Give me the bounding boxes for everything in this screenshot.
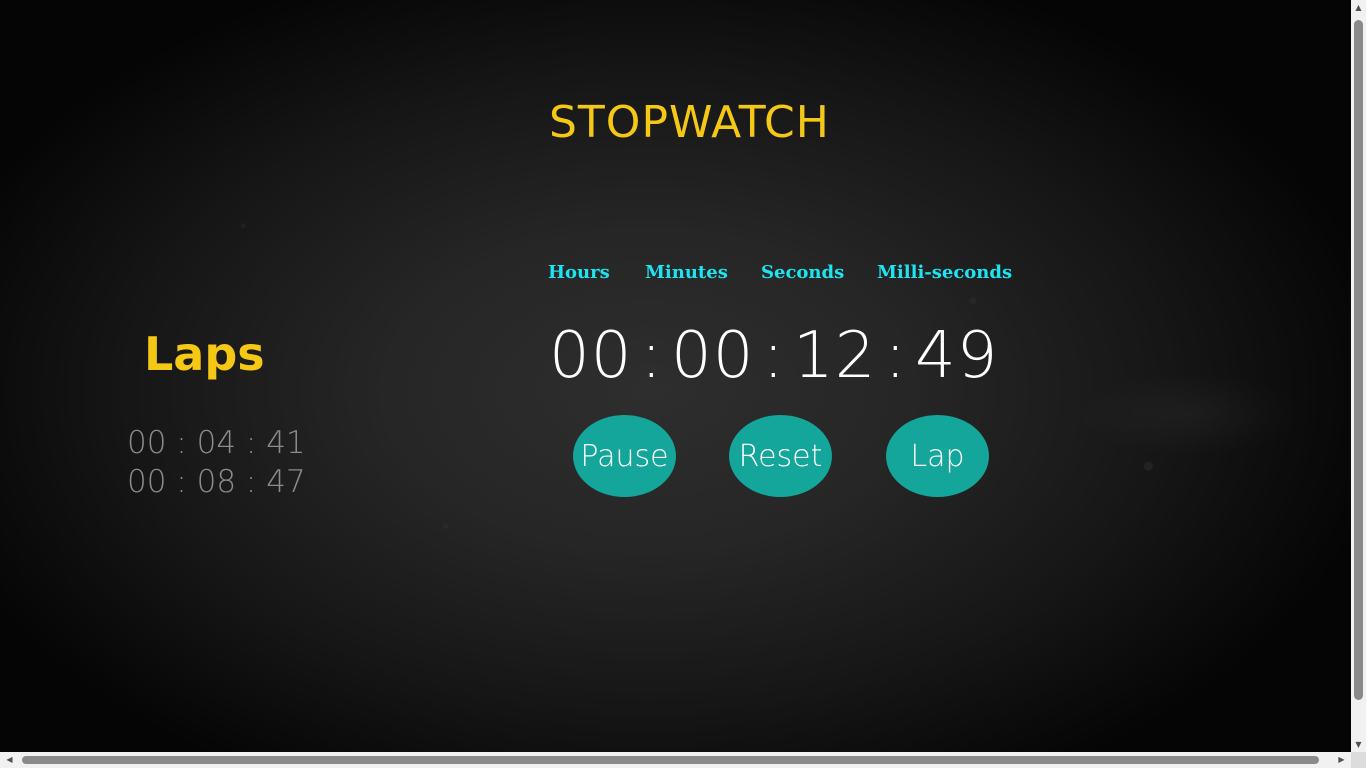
hours-label: Hours [548,262,610,283]
vertical-scroll-thumb[interactable] [1354,20,1363,700]
seconds-value: 12 [793,319,877,393]
milliseconds-label: Milli-seconds [877,262,1013,283]
scroll-left-icon[interactable]: ◀ [2,752,17,768]
minutes-label: Minutes [645,262,728,283]
scroll-down-icon[interactable]: ▼ [1351,737,1366,752]
lap-entry: 00 : 04 : 41 [127,425,306,461]
scroll-right-icon[interactable]: ▶ [1334,752,1349,768]
horizontal-scrollbar[interactable]: ◀ ▶ [0,752,1351,768]
pause-button[interactable]: Pause [573,415,676,497]
minutes-value: 00 [671,319,755,393]
time-unit-labels: Hours Minutes Seconds Milli-seconds [0,260,1351,286]
lap-entry: 00 : 08 : 47 [127,464,306,500]
horizontal-scroll-thumb[interactable] [22,756,1319,764]
page-title: STOPWATCH [549,97,830,148]
app-viewport: STOPWATCH Laps 00 : 04 : 41 00 : 08 : 47… [0,0,1351,752]
time-separator: : [640,319,663,393]
reset-button[interactable]: Reset [729,415,832,497]
laps-list: 00 : 04 : 41 00 : 08 : 47 [127,424,306,502]
laps-heading: Laps [144,327,265,381]
time-separator: : [762,319,785,393]
scrollbar-corner [1351,752,1366,768]
seconds-label: Seconds [761,262,845,283]
scroll-up-icon[interactable]: ▲ [1351,0,1366,15]
time-separator: : [884,319,907,393]
lap-button[interactable]: Lap [886,415,989,497]
time-display: 00:00:12:49 [549,320,998,392]
hours-value: 00 [549,319,633,393]
vertical-scrollbar[interactable]: ▲ ▼ [1351,0,1366,752]
milliseconds-value: 49 [915,319,999,393]
